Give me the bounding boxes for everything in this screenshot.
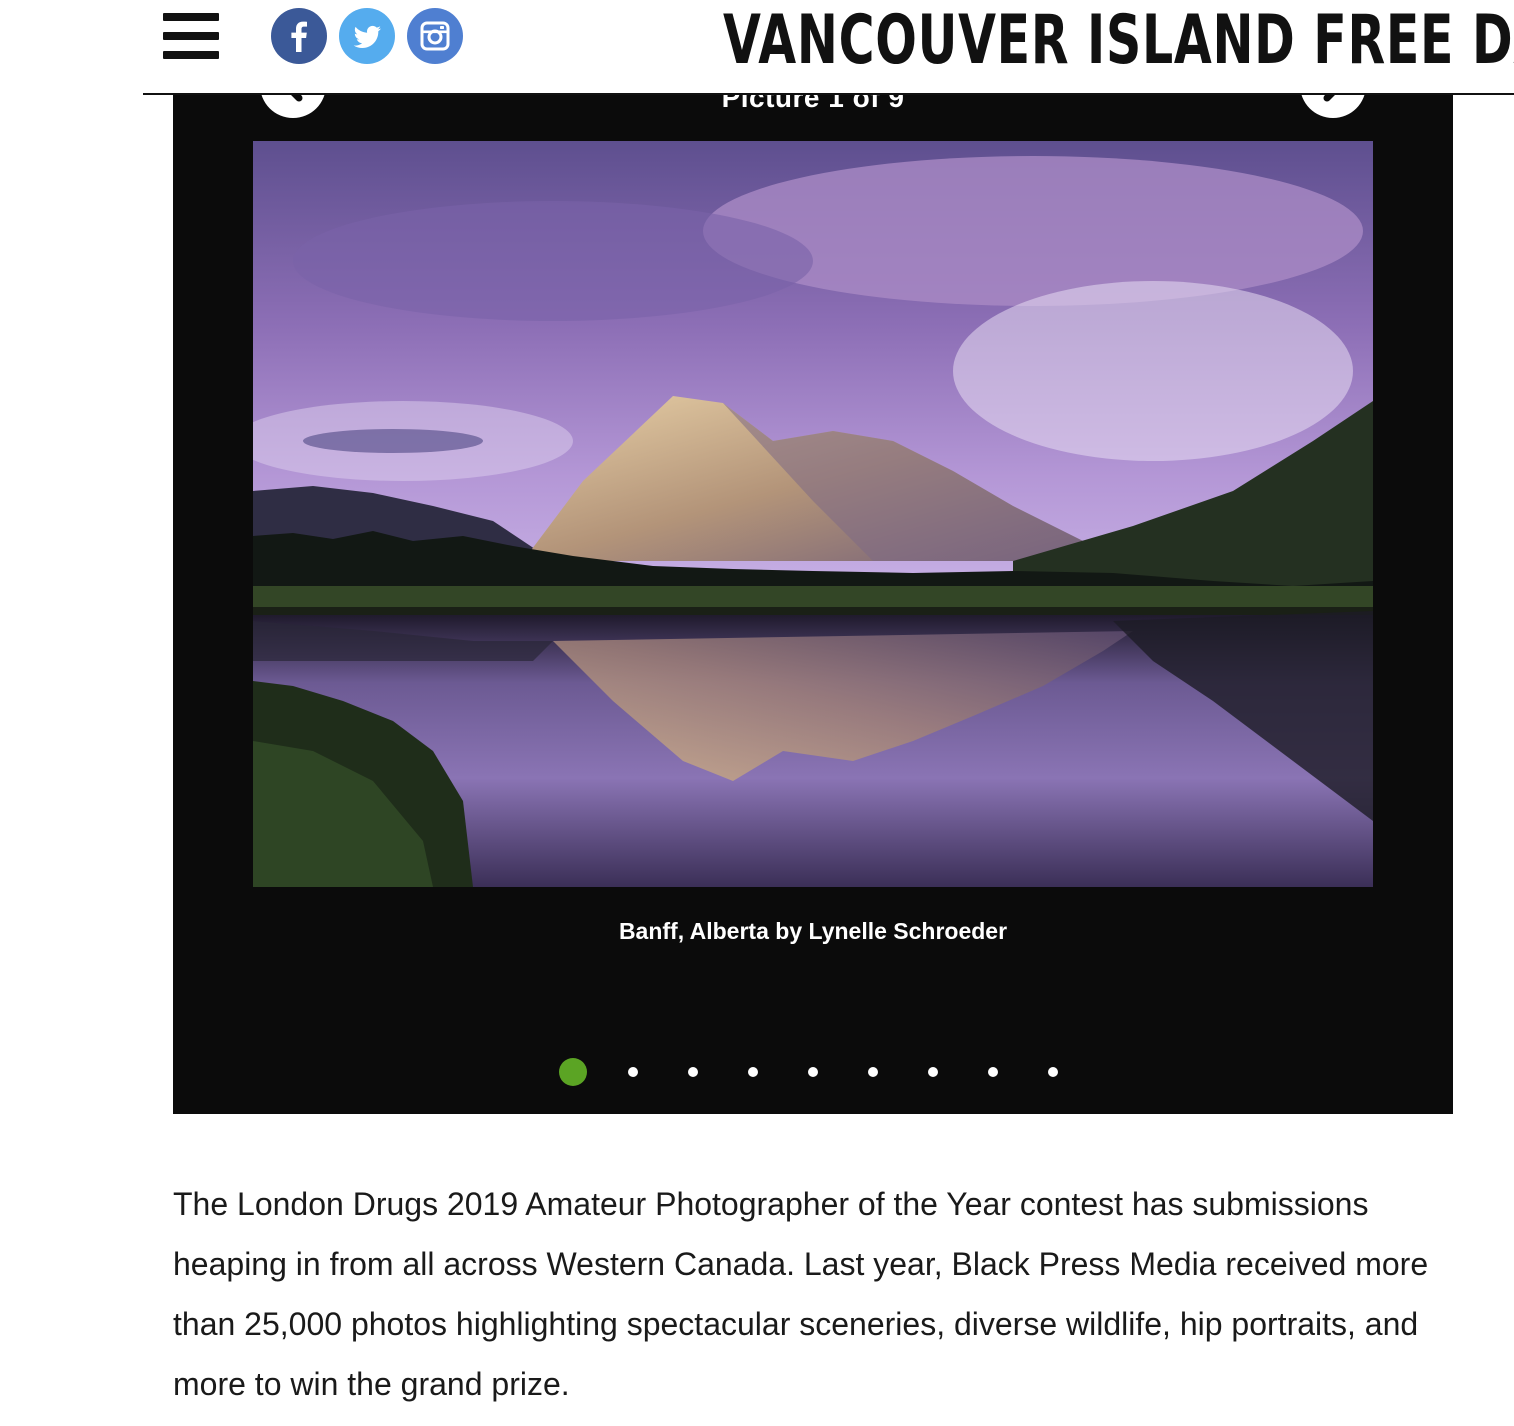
twitter-button[interactable] xyxy=(339,8,395,64)
pagination-dot[interactable] xyxy=(603,1058,663,1086)
photo-caption: Banff, Alberta by Lynelle Schroeder xyxy=(618,918,1008,944)
gallery-photo xyxy=(253,141,1373,887)
pagination-dot-marker xyxy=(868,1067,878,1077)
pagination-dot-marker xyxy=(688,1067,698,1077)
site-header: VANCOUVER ISLAND FREE DA xyxy=(143,0,1514,95)
pagination-dot[interactable] xyxy=(1023,1058,1083,1086)
pagination-dot[interactable] xyxy=(663,1058,723,1086)
instagram-icon xyxy=(420,21,450,51)
pagination-dot-active xyxy=(559,1058,587,1086)
hamburger-menu-icon[interactable] xyxy=(163,13,219,59)
pagination-dot-marker xyxy=(808,1067,818,1077)
pagination-dots xyxy=(173,1058,1453,1086)
pagination-dot[interactable] xyxy=(843,1058,903,1086)
twitter-icon xyxy=(353,25,382,49)
facebook-button[interactable] xyxy=(271,8,327,64)
pagination-dot-marker xyxy=(928,1067,938,1077)
pagination-dot[interactable] xyxy=(723,1058,783,1086)
pagination-dot-marker xyxy=(628,1067,638,1077)
facebook-icon xyxy=(291,21,307,52)
site-title[interactable]: VANCOUVER ISLAND FREE DA xyxy=(723,4,1514,78)
pagination-dot[interactable] xyxy=(963,1058,1023,1086)
article-paragraph: The London Drugs 2019 Amateur Photograph… xyxy=(173,1186,1429,1402)
instagram-button[interactable] xyxy=(407,8,463,64)
pagination-dot[interactable] xyxy=(783,1058,843,1086)
pagination-dot-marker xyxy=(988,1067,998,1077)
pagination-dot-marker xyxy=(1048,1067,1058,1077)
pagination-dot[interactable] xyxy=(543,1058,603,1086)
photo-gallery: Picture 1 of 9 Banff, Alberta by Lynelle… xyxy=(173,60,1453,1114)
pagination-dot[interactable] xyxy=(903,1058,963,1086)
pagination-dot-marker xyxy=(748,1067,758,1077)
